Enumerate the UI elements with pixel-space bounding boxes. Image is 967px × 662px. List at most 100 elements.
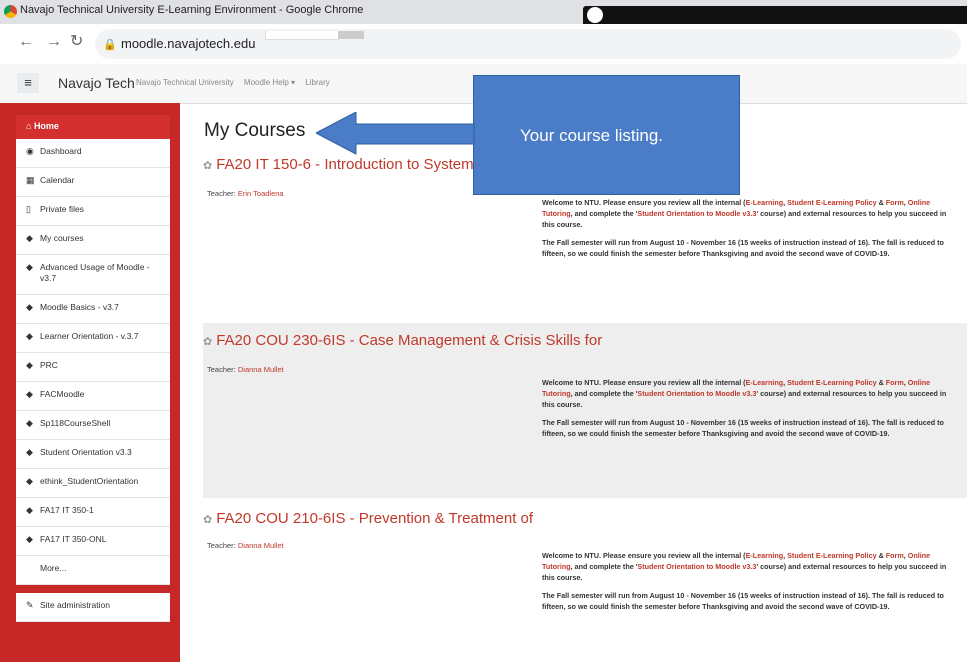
graduation-cap-icon: ◆ xyxy=(26,505,33,515)
teacher-link[interactable]: Dianna Mullet xyxy=(238,365,284,374)
calendar-icon: ▦ xyxy=(26,175,35,185)
graduation-cap-icon: ◆ xyxy=(26,534,33,544)
sidebar-item-more[interactable]: More... xyxy=(16,556,170,585)
course-title-text: FA20 COU 230-6IS - Case Management & Cri… xyxy=(216,332,603,349)
sidebar-item-course[interactable]: ◆ Learner Orientation - v.3.7 xyxy=(16,324,170,353)
form-link[interactable]: Form xyxy=(886,551,904,560)
reload-icon[interactable]: ↻ xyxy=(70,34,83,50)
summary-text: , and complete the ' xyxy=(570,209,638,218)
sidebar-item-label: Calendar xyxy=(40,175,75,185)
sidebar-item-label: Site administration xyxy=(40,600,110,610)
teacher-link[interactable]: Dianna Mullet xyxy=(238,541,284,550)
course-title-text: FA20 COU 210-6IS - Prevention & Treatmen… xyxy=(216,510,534,527)
sidebar-item-course[interactable]: ◆ Advanced Usage of Moodle - v3.7 xyxy=(16,255,170,295)
summary-text: Welcome to NTU. Please ensure you review… xyxy=(542,551,746,560)
search-button[interactable] xyxy=(338,31,364,39)
course-teacher: Teacher: Dianna Mullet xyxy=(207,365,284,374)
course-summary: Welcome to NTU. Please ensure you review… xyxy=(542,197,958,266)
sidebar: ⌂ Home ◉ Dashboard ▦ Calendar ▯ Private fil… xyxy=(0,103,180,662)
sidebar-item-label: Private files xyxy=(40,204,84,214)
sidebar-item-label: Moodle Basics - v3.7 xyxy=(40,302,119,312)
graduation-cap-icon: ◆ xyxy=(26,389,33,399)
orientation-link[interactable]: Student Orientation to Moodle v3.3 xyxy=(637,389,756,398)
summary-text: , and complete the ' xyxy=(570,562,638,571)
sidebar-nav-panel: ⌂ Home ◉ Dashboard ▦ Calendar ▯ Private fil… xyxy=(16,115,170,622)
graduation-cap-icon: ◆ xyxy=(26,447,33,457)
hamburger-menu-icon[interactable]: ≡ xyxy=(17,73,39,93)
tab-strip-overlay xyxy=(583,6,967,24)
teacher-label: Teacher: xyxy=(207,541,236,550)
sidebar-item-course[interactable]: ◆ FACMoodle xyxy=(16,382,170,411)
sidebar-item-dashboard[interactable]: ◉ Dashboard xyxy=(16,139,170,168)
orientation-link[interactable]: Student Orientation to Moodle v3.3 xyxy=(637,562,756,571)
sidebar-item-label: FACMoodle xyxy=(40,389,85,399)
sidebar-item-label: Learner Orientation - v.3.7 xyxy=(40,331,139,341)
home-icon: ⌂ xyxy=(26,121,34,131)
course-card: ✿ FA20 COU 210-6IS - Prevention & Treatme… xyxy=(203,498,967,662)
summary-text: Welcome to NTU. Please ensure you review… xyxy=(542,378,746,387)
course-title-link[interactable]: ✿ FA20 COU 230-6IS - Case Management & Cr… xyxy=(203,332,602,349)
policy-link[interactable]: Student E-Learning Policy xyxy=(787,198,876,207)
search-input[interactable] xyxy=(265,31,339,40)
elearning-link[interactable]: E-Learning xyxy=(746,198,784,207)
sidebar-item-label: ethink_StudentOrientation xyxy=(40,476,139,486)
nav-link-ntu[interactable]: Navajo Technical University xyxy=(136,78,234,87)
navbar-links: Navajo Technical University Moodle Help … xyxy=(136,78,338,87)
sidebar-item-label: Dashboard xyxy=(40,146,82,156)
address-bar[interactable]: 🔒 moodle.navajotech.edu xyxy=(95,29,961,59)
sidebar-item-label: Sp118CourseShell xyxy=(40,418,111,428)
sidebar-item-label: My courses xyxy=(40,233,84,243)
sidebar-item-course[interactable]: ◆ PRC xyxy=(16,353,170,382)
sidebar-item-site-admin[interactable]: ✎ Site administration xyxy=(16,593,170,622)
sidebar-item-private-files[interactable]: ▯ Private files xyxy=(16,197,170,226)
course-title-link[interactable]: ✿ FA20 COU 210-6IS - Prevention & Treatme… xyxy=(203,510,533,527)
sidebar-item-my-courses[interactable]: ◆ My courses xyxy=(16,226,170,255)
file-icon: ▯ xyxy=(26,204,31,214)
sidebar-item-label: Advanced Usage of Moodle - v3.7 xyxy=(40,262,150,283)
window-title: Navajo Technical University E-Learning E… xyxy=(20,4,364,16)
forward-icon[interactable]: → xyxy=(46,34,62,50)
elearning-link[interactable]: E-Learning xyxy=(746,551,784,560)
graduation-cap-icon: ◆ xyxy=(26,233,33,243)
form-link[interactable]: Form xyxy=(886,198,904,207)
summary-text: The Fall semester will run from August 1… xyxy=(542,418,944,438)
chrome-icon xyxy=(4,5,17,18)
course-teacher: Teacher: Erin Toadlena xyxy=(207,189,284,198)
dashboard-icon: ◉ xyxy=(26,146,34,156)
teacher-link[interactable]: Erin Toadlena xyxy=(238,189,284,198)
sidebar-item-label: More... xyxy=(40,563,67,573)
course-icon: ✿ xyxy=(203,336,213,348)
elearning-link[interactable]: E-Learning xyxy=(746,378,784,387)
sidebar-item-calendar[interactable]: ▦ Calendar xyxy=(16,168,170,197)
sidebar-item-course[interactable]: ◆ FA17 IT 350-1 xyxy=(16,498,170,527)
sidebar-item-course[interactable]: ◆ ethink_StudentOrientation xyxy=(16,469,170,498)
back-icon[interactable]: ← xyxy=(18,34,34,50)
graduation-cap-icon: ◆ xyxy=(26,262,33,272)
sidebar-item-course[interactable]: ◆ Sp118CourseShell xyxy=(16,411,170,440)
sidebar-item-home[interactable]: ⌂ Home xyxy=(16,115,170,139)
nav-link-moodle-help[interactable]: Moodle Help ▾ xyxy=(244,78,295,87)
sidebar-item-label: Student Orientation v3.3 xyxy=(40,447,132,457)
sidebar-item-course[interactable]: ◆ Moodle Basics - v3.7 xyxy=(16,295,170,324)
orientation-link[interactable]: Student Orientation to Moodle v3.3 xyxy=(637,209,756,218)
sidebar-item-course[interactable]: ◆ Student Orientation v3.3 xyxy=(16,440,170,469)
summary-text: & xyxy=(876,198,886,207)
profile-icon[interactable] xyxy=(587,7,603,23)
site-brand[interactable]: Navajo Tech xyxy=(58,75,135,91)
callout-arrow-icon xyxy=(316,112,475,155)
policy-link[interactable]: Student E-Learning Policy xyxy=(787,551,876,560)
sidebar-divider xyxy=(16,585,170,593)
form-link[interactable]: Form xyxy=(886,378,904,387)
wrench-icon: ✎ xyxy=(26,600,34,610)
teacher-label: Teacher: xyxy=(207,365,236,374)
sidebar-item-course[interactable]: ◆ FA17 IT 350-ONL xyxy=(16,527,170,556)
summary-text: The Fall semester will run from August 1… xyxy=(542,591,944,611)
sidebar-item-label: FA17 IT 350-ONL xyxy=(40,534,107,544)
course-teacher: Teacher: Dianna Mullet xyxy=(207,541,284,550)
course-icon: ✿ xyxy=(203,160,213,172)
policy-link[interactable]: Student E-Learning Policy xyxy=(787,378,876,387)
summary-text: & xyxy=(876,551,886,560)
nav-link-library[interactable]: Library xyxy=(305,78,329,87)
graduation-cap-icon: ◆ xyxy=(26,418,33,428)
sidebar-item-label: PRC xyxy=(40,360,58,370)
